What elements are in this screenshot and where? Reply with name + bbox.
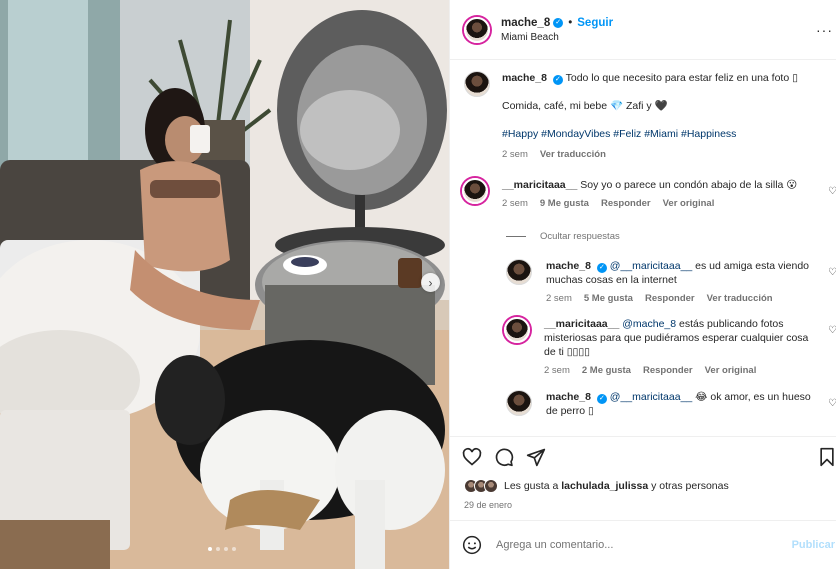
carousel-dot <box>208 547 212 551</box>
post-header-meta: mache_8 ✓ • Seguir Miami Beach <box>501 17 613 43</box>
likes-prefix: Les gusta a <box>504 480 559 492</box>
like-comment-icon[interactable]: ♡ <box>828 398 836 409</box>
post-photo[interactable]: › <box>0 0 449 569</box>
reply-likes[interactable]: 2 Me gusta <box>582 365 631 376</box>
instagram-post-view: › mache_8 ✓ • Seguir Miami Beach ··· mac… <box>0 0 836 569</box>
more-options-icon[interactable]: ··· <box>816 22 833 38</box>
author-avatar[interactable] <box>464 16 490 43</box>
verified-badge-icon: ✓ <box>553 17 564 28</box>
save-bookmark-icon[interactable] <box>818 447 836 467</box>
like-comment-icon[interactable]: ♡ <box>828 267 836 278</box>
reply-mention[interactable]: @__maricitaaa__ <box>610 391 692 403</box>
see-original-button[interactable]: Ver original <box>663 198 715 209</box>
liker-avatar <box>484 479 498 493</box>
reply-item: mache_8 ✓ @__maricitaaa__ es ud amiga es… <box>506 259 836 304</box>
reply-likes[interactable]: 5 Me gusta <box>584 293 633 304</box>
reply-avatar[interactable] <box>506 259 532 285</box>
post-side-panel: mache_8 ✓ • Seguir Miami Beach ··· mache… <box>449 0 836 569</box>
author-username[interactable]: mache_8 <box>501 17 550 29</box>
caption-username[interactable]: mache_8 <box>502 72 547 84</box>
reply-time: 2 sem <box>544 365 570 376</box>
comment-username[interactable]: __maricitaaa__ <box>502 179 577 191</box>
caption-hashtags[interactable]: #Happy #MondayVibes #Feliz #Miami #Happi… <box>502 127 822 141</box>
commenter-avatar[interactable] <box>462 178 488 204</box>
see-original-button[interactable]: Ver original <box>705 365 757 376</box>
verified-badge-icon: ✓ <box>596 394 607 404</box>
reply-avatar[interactable] <box>506 390 532 416</box>
photo-illustration <box>0 0 449 569</box>
reply-username[interactable]: mache_8 <box>546 391 591 403</box>
see-translation-button[interactable]: Ver traducción <box>707 293 773 304</box>
reply-item: mache_8 ✓ @__maricitaaa__ 😂 ok amor, es … <box>506 390 836 418</box>
comment-input[interactable]: Agrega un comentario... <box>496 539 776 551</box>
carousel-next-button[interactable]: › <box>421 273 440 292</box>
see-translation-button[interactable]: Ver traducción <box>540 149 606 160</box>
carousel-indicator <box>208 547 236 551</box>
reply-time: 2 sem <box>546 293 572 304</box>
verified-badge-icon: ✓ <box>552 75 563 85</box>
comments-list[interactable]: mache_8 ✓ Todo lo que necesito para esta… <box>450 61 836 436</box>
post-location[interactable]: Miami Beach <box>501 32 613 43</box>
reply-button[interactable]: Responder <box>643 365 693 376</box>
likes-summary[interactable]: Les gusta a lachulada_julissa y otras pe… <box>464 479 729 493</box>
caption-time: 2 sem <box>502 149 528 160</box>
reply-avatar[interactable] <box>504 317 530 343</box>
like-comment-icon[interactable]: ♡ <box>828 325 836 336</box>
caption-line-1: Todo lo que necesito para estar feliz en… <box>565 72 798 84</box>
hide-replies-label: Ocultar respuestas <box>540 231 620 242</box>
publish-button[interactable]: Publicar <box>792 539 835 551</box>
carousel-dot <box>216 547 220 551</box>
caption-line-2: Comida, café, mi bebe 💎 Zafi y 🖤 <box>502 100 668 112</box>
hide-replies-toggle[interactable]: Ocultar respuestas <box>506 231 620 242</box>
post-date[interactable]: 29 de enero <box>464 500 512 510</box>
divider-line <box>506 236 526 237</box>
comment-time: 2 sem <box>502 198 528 209</box>
verified-badge-icon: ✓ <box>596 263 607 273</box>
reply-mention[interactable]: @__maricitaaa__ <box>610 260 692 272</box>
reply-item: __maricitaaa__ @mache_8 estás publicando… <box>504 317 836 376</box>
caption: mache_8 ✓ Todo lo que necesito para esta… <box>464 71 834 160</box>
reply-username[interactable]: mache_8 <box>546 260 591 272</box>
like-heart-icon[interactable] <box>462 447 482 467</box>
follow-button[interactable]: Seguir <box>577 17 613 29</box>
comment-text: Soy yo o parece un condón abajo de la si… <box>580 179 798 191</box>
carousel-dot <box>232 547 236 551</box>
reply-button[interactable]: Responder <box>645 293 695 304</box>
likes-suffix[interactable]: y otras personas <box>651 480 729 492</box>
share-send-icon[interactable] <box>526 447 546 467</box>
reply-mention[interactable]: @mache_8 <box>622 318 676 330</box>
carousel-dot <box>224 547 228 551</box>
reply-username[interactable]: __maricitaaa__ <box>544 318 619 330</box>
comment-bubble-icon[interactable] <box>494 447 514 467</box>
reply-button[interactable]: Responder <box>601 198 651 209</box>
comment-likes[interactable]: 9 Me gusta <box>540 198 589 209</box>
separator: • <box>568 16 573 29</box>
comment-item: __maricitaaa__ Soy yo o parece un condón… <box>462 178 836 209</box>
emoji-icon[interactable] <box>462 535 482 555</box>
like-comment-icon[interactable]: ♡ <box>828 186 836 197</box>
post-actions-bar <box>450 436 836 476</box>
post-header: mache_8 ✓ • Seguir Miami Beach ··· <box>450 0 836 60</box>
liker-username[interactable]: lachulada_julissa <box>561 480 648 492</box>
caption-avatar[interactable] <box>464 71 490 97</box>
add-comment-bar: Agrega un comentario... Publicar <box>450 520 836 569</box>
